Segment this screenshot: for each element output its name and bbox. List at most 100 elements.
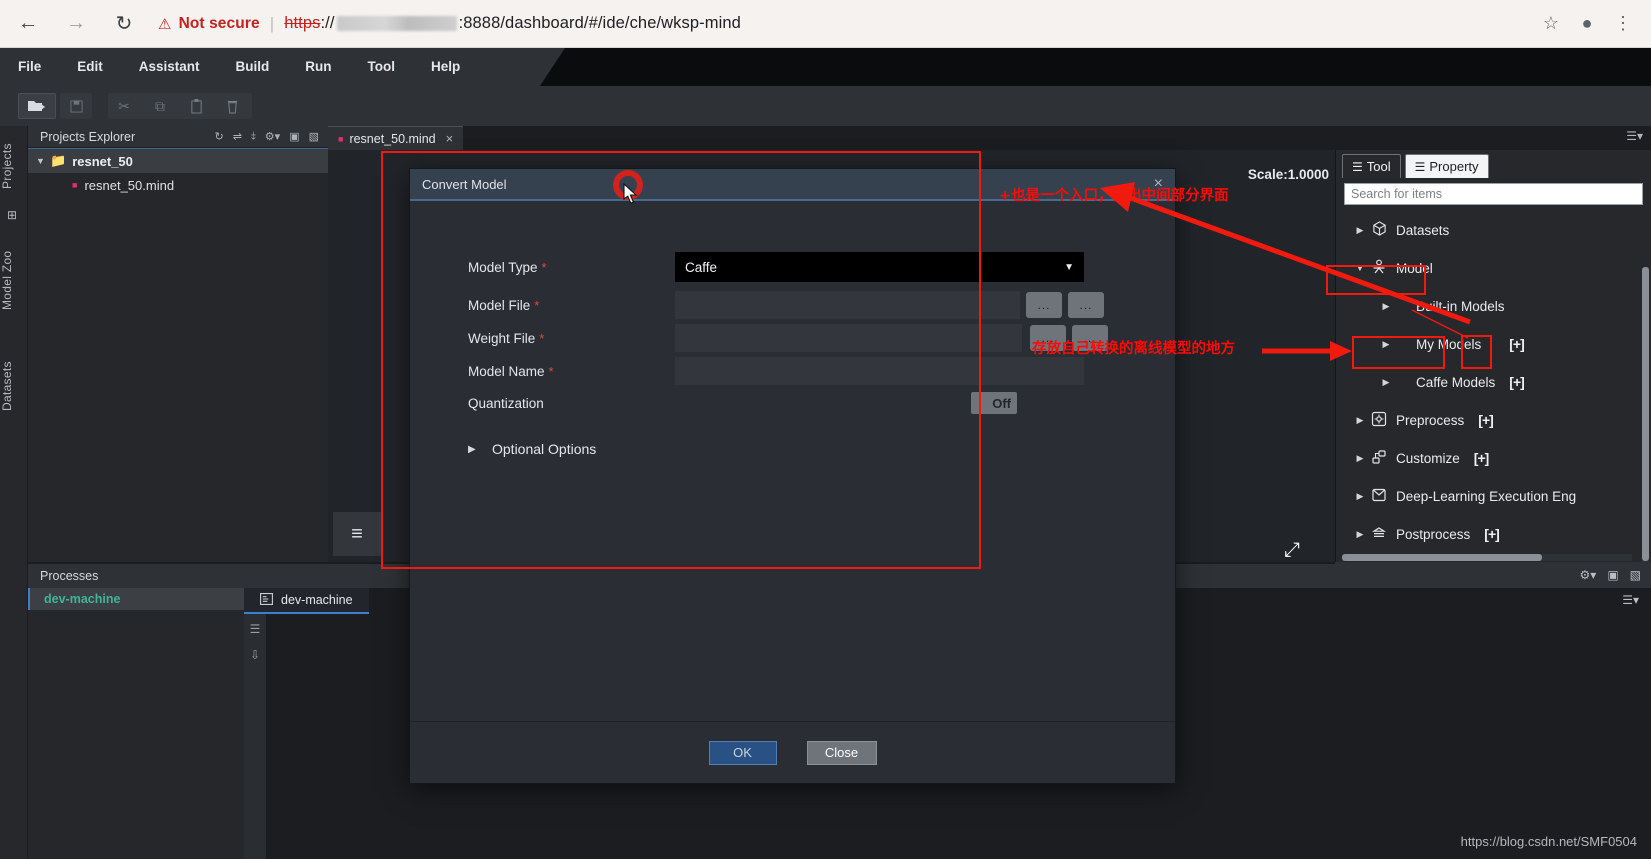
tool-tree-item-model[interactable]: ▼ Model [1336, 249, 1651, 287]
kebab-menu-icon[interactable]: ⋮ [1605, 6, 1641, 42]
field-label-model-file: Model File * [410, 298, 675, 313]
field-row-model-type: Model Type * Caffe ▼ [410, 252, 1175, 282]
delete-icon[interactable] [216, 93, 248, 119]
model-file-input[interactable] [675, 291, 1020, 319]
menu-run[interactable]: Run [287, 48, 349, 86]
add-my-model-button[interactable]: [+] [1509, 336, 1524, 352]
security-status-label: Not secure [178, 14, 260, 32]
rail-item-datasets[interactable]: Datasets [0, 344, 28, 428]
weight-file-input[interactable] [675, 324, 1022, 352]
reload-icon[interactable]: ↻ [104, 4, 144, 44]
tool-tree-item-my-models[interactable]: ▶ My Models [+] [1336, 325, 1651, 363]
copy-icon[interactable]: ⧉ [144, 93, 176, 119]
gear-icon[interactable]: ⚙▾ [1580, 568, 1597, 582]
fit-to-screen-icon[interactable]: ⤢ [1278, 536, 1306, 564]
project-structure-icon[interactable]: ⊞ [7, 208, 21, 222]
scrollbar-thumb[interactable] [1642, 267, 1649, 561]
tool-tree-item-customize[interactable]: ▶ Customize [+] [1336, 439, 1651, 477]
menu-help[interactable]: Help [413, 48, 478, 86]
cut-icon[interactable]: ✂ [108, 93, 140, 119]
chevron-down-icon[interactable]: ▼ [36, 156, 50, 166]
tool-tree-label: My Models [1416, 336, 1482, 352]
search-input[interactable] [1345, 184, 1642, 204]
tool-tree-vertical-scrollbar[interactable] [1642, 267, 1649, 563]
address-bar[interactable]: ⚠ Not secure | https :// :8888/dashboard… [158, 8, 1519, 40]
tool-tree-item-datasets[interactable]: ▶ Datasets [1336, 211, 1651, 249]
back-icon[interactable]: ← [8, 4, 48, 44]
tool-tree-horizontal-scrollbar[interactable] [1342, 554, 1632, 561]
add-caffe-model-button[interactable]: [+] [1509, 374, 1524, 390]
field-label-model-type: Model Type * [410, 260, 675, 275]
optional-options-group[interactable]: ▶ Optional Options [468, 441, 596, 457]
process-item-dev-machine[interactable]: dev-machine [28, 588, 244, 610]
editor-tab-resnet50-mind[interactable]: ■ resnet_50.mind × [328, 126, 464, 150]
rail-item-model-zoo[interactable]: Model Zoo [0, 234, 28, 326]
link-icon[interactable]: ⇌ [233, 130, 242, 143]
process-tab-dev-machine[interactable]: dev-machine [244, 588, 369, 614]
menu-build[interactable]: Build [218, 48, 288, 86]
restore-icon[interactable]: ▧ [309, 130, 319, 143]
forward-icon[interactable]: → [56, 4, 96, 44]
wrap-lines-icon[interactable]: ☰ [244, 622, 266, 636]
maximize-icon[interactable]: ▣ [289, 130, 299, 143]
chevron-right-icon[interactable]: ▶ [1378, 301, 1394, 312]
tool-tree-item-caffe-models[interactable]: ▶ Caffe Models [+] [1336, 363, 1651, 401]
tab-property[interactable]: ☰ Property [1404, 154, 1489, 178]
dialog-body: Model Type * Caffe ▼ Model File * ... ... [410, 201, 1175, 721]
processes-panel-menu-icon[interactable]: ☰▾ [1622, 593, 1639, 607]
model-file-browse-remote-button[interactable]: ... [1068, 292, 1104, 318]
paste-icon[interactable] [180, 93, 212, 119]
tool-tree-item-builtin-models[interactable]: ▶ Built-in Models [1336, 287, 1651, 325]
search-for-items-box[interactable] [1344, 183, 1643, 205]
model-name-input[interactable] [675, 357, 1084, 385]
editor-panel-menu-icon[interactable]: ☰▾ [1626, 129, 1643, 143]
quantization-toggle[interactable]: Off [971, 392, 1017, 414]
chevron-right-icon[interactable]: ▶ [1352, 529, 1368, 540]
tab-tool[interactable]: ☰ Tool [1342, 154, 1401, 178]
menu-file[interactable]: File [0, 48, 59, 86]
tool-tree-item-preprocess[interactable]: ▶ Preprocess [+] [1336, 401, 1651, 439]
add-preprocess-button[interactable]: [+] [1478, 412, 1493, 428]
convert-model-dialog: Convert Model × Model Type * Caffe ▼ Mode… [409, 168, 1176, 784]
profile-icon[interactable]: ● [1569, 6, 1605, 42]
menu-tool[interactable]: Tool [350, 48, 414, 86]
chevron-right-icon[interactable]: ▶ [1352, 491, 1368, 502]
menu-edit[interactable]: Edit [59, 48, 121, 86]
chevron-down-icon[interactable]: ▼ [1352, 263, 1368, 273]
rail-item-projects[interactable]: Projects [0, 130, 28, 202]
chevron-right-icon[interactable]: ▶ [1352, 415, 1368, 426]
list-lines-icon: ☰ [1414, 159, 1426, 174]
chevron-right-icon[interactable]: ▶ [468, 444, 482, 455]
tool-tree-item-postprocess[interactable]: ▶ Postprocess [+] [1336, 515, 1651, 553]
menu-assistant[interactable]: Assistant [121, 48, 218, 86]
minimize-icon[interactable]: ▣ [1607, 568, 1618, 582]
add-postprocess-button[interactable]: [+] [1484, 526, 1499, 542]
tree-node-resnet50-mind[interactable]: ■ resnet_50.mind [28, 173, 328, 197]
star-icon[interactable]: ☆ [1533, 6, 1569, 42]
model-type-select[interactable]: Caffe ▼ [675, 252, 1084, 282]
close-button[interactable]: Close [806, 740, 877, 765]
tool-tree-item-dl-execution-engine[interactable]: ▶ Deep-Learning Execution Eng [1336, 477, 1651, 515]
scrollbar-thumb[interactable] [1342, 554, 1542, 561]
processes-list: dev-machine [28, 588, 244, 859]
chevron-right-icon[interactable]: ▶ [1352, 225, 1368, 236]
right-panel-bottom-bar: ⚙▾ ▣ ▧ [1335, 562, 1651, 588]
tree-node-resnet50[interactable]: ▼ 📁 resnet_50 [28, 149, 328, 173]
tree-node-label: resnet_50.mind [84, 177, 175, 193]
model-file-browse-local-button[interactable]: ... [1026, 292, 1062, 318]
new-project-icon[interactable] [18, 93, 56, 119]
chevron-right-icon[interactable]: ▶ [1352, 453, 1368, 464]
ok-button[interactable]: OK [708, 740, 777, 765]
collapse-icon[interactable]: ⤈ [251, 130, 256, 143]
chevron-down-icon[interactable]: ▼ [1064, 262, 1074, 273]
gear-icon[interactable]: ⚙▾ [265, 130, 280, 143]
refresh-icon[interactable]: ↻ [214, 130, 223, 143]
chevron-right-icon[interactable]: ▶ [1378, 339, 1394, 350]
palette-list-icon[interactable]: ≡ [333, 512, 381, 556]
download-icon[interactable]: ⇩ [244, 648, 266, 662]
close-icon[interactable]: × [446, 131, 454, 146]
chevron-right-icon[interactable]: ▶ [1378, 377, 1394, 388]
add-customize-button[interactable]: [+] [1474, 450, 1489, 466]
maximize-icon[interactable]: ▧ [1630, 568, 1641, 582]
save-icon[interactable] [60, 93, 92, 119]
